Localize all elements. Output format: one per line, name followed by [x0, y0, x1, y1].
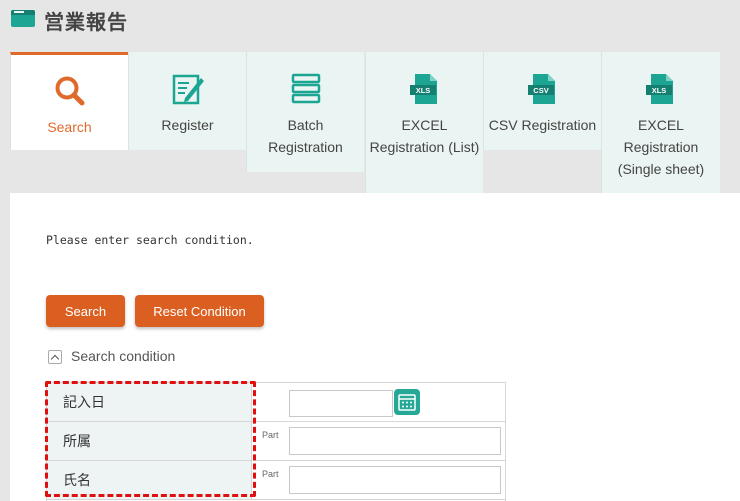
- affiliation-input[interactable]: [289, 427, 501, 455]
- affiliation-label: 所属: [63, 433, 91, 449]
- search-hint: Please enter search condition.: [46, 233, 254, 247]
- calendar-icon: [398, 394, 416, 411]
- edit-form-icon: [172, 74, 204, 105]
- xls-file-icon: XLS: [409, 74, 437, 104]
- part-match-label: Part: [262, 430, 279, 440]
- tab-excel-registration-list[interactable]: XLS EXCEL Registration (List): [365, 52, 483, 193]
- search-icon: [55, 76, 84, 106]
- csv-file-icon: CSV: [527, 74, 555, 104]
- search-condition-label: Search condition: [71, 348, 176, 364]
- tab-csv-registration[interactable]: CSV CSV Registration: [483, 52, 601, 150]
- name-input[interactable]: [289, 466, 501, 494]
- condition-row-name: 氏名 Part: [47, 461, 505, 500]
- tab-csv-registration-label: CSV Registration: [488, 117, 597, 133]
- window-icon: [11, 10, 35, 27]
- search-panel: Please enter search condition. Search Re…: [10, 193, 740, 501]
- tab-register[interactable]: Register: [128, 52, 246, 150]
- calendar-button[interactable]: [394, 389, 420, 415]
- date-label: 記入日: [63, 394, 105, 410]
- tab-register-label: Register: [161, 117, 214, 133]
- reset-condition-button[interactable]: Reset Condition: [135, 295, 264, 327]
- condition-label-cell: 氏名: [47, 461, 252, 499]
- tab-search-label: Search: [47, 119, 92, 135]
- condition-label-cell: 記入日: [47, 383, 252, 421]
- list-stack-icon: [291, 73, 320, 104]
- name-label: 氏名: [63, 472, 91, 488]
- condition-label-cell: 所属: [47, 422, 252, 460]
- tab-batch-registration[interactable]: Batch Registration: [246, 52, 364, 172]
- tab-excel-registration-single-sheet-label: EXCEL Registration (Single sheet): [617, 117, 705, 177]
- search-button[interactable]: Search: [46, 295, 125, 327]
- page-title: 営業報告: [44, 12, 128, 34]
- tab-excel-registration-single-sheet[interactable]: XLS EXCEL Registration (Single sheet): [601, 52, 720, 193]
- tab-search[interactable]: Search: [10, 52, 128, 150]
- title-bar: 営業報告: [0, 0, 740, 40]
- tab-excel-registration-list-label: EXCEL Registration (List): [369, 117, 480, 155]
- collapse-toggle-icon[interactable]: [48, 350, 62, 364]
- svg-text:XLS: XLS: [415, 86, 430, 95]
- condition-row-affiliation: 所属 Part: [47, 422, 505, 461]
- svg-text:CSV: CSV: [533, 86, 548, 95]
- search-condition-table: 記入日 所属 Part 氏名 Part: [46, 382, 506, 501]
- part-match-label: Part: [262, 469, 279, 479]
- date-input[interactable]: [289, 390, 393, 417]
- xls-file-icon: XLS: [646, 74, 673, 104]
- condition-row-date: 記入日: [47, 383, 505, 422]
- svg-text:XLS: XLS: [652, 86, 667, 95]
- tab-batch-registration-label: Batch Registration: [268, 117, 343, 155]
